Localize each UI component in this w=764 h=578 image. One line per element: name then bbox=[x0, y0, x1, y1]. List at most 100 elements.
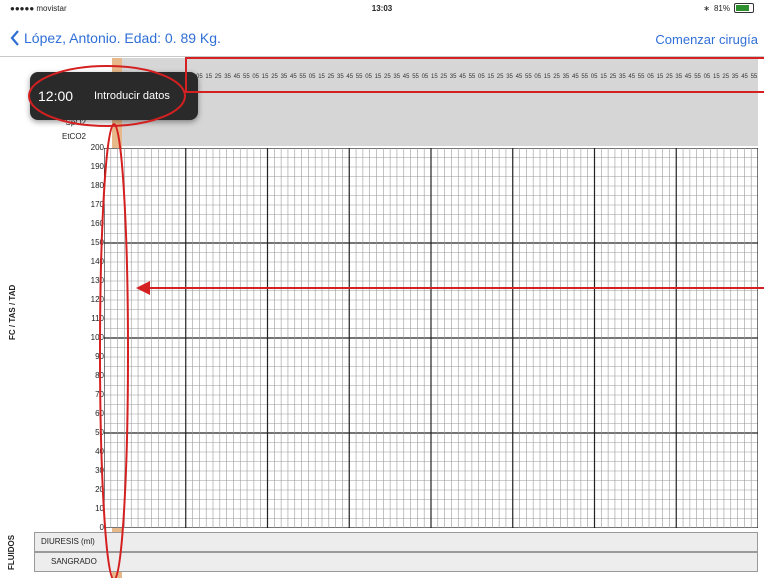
bluetooth-icon: ∗ bbox=[703, 3, 710, 13]
time-tick: 55 bbox=[525, 74, 532, 80]
y-tick: 160 bbox=[90, 219, 104, 228]
time-tick: 15 bbox=[487, 74, 495, 80]
time-tick: 45 bbox=[290, 74, 297, 80]
status-bar: ●●●●● movistar 13:03 ∗ 81% bbox=[0, 0, 764, 18]
time-tick: 05 bbox=[534, 74, 542, 80]
diuresis-label: DIURESIS (ml) bbox=[41, 537, 95, 546]
diuresis-row[interactable]: DIURESIS (ml) bbox=[34, 532, 758, 552]
time-tick: 05 bbox=[703, 74, 711, 80]
y-tick: 200 bbox=[90, 143, 104, 152]
y-tick: 100 bbox=[90, 333, 104, 342]
time-tick: 15 bbox=[713, 74, 720, 80]
time-tick: 25 bbox=[214, 74, 222, 80]
time-tick: 25 bbox=[496, 74, 504, 80]
y-tick: 0 bbox=[99, 523, 104, 532]
time-tick: 35 bbox=[393, 74, 401, 80]
time-tick: 05 bbox=[647, 74, 654, 80]
time-tick: 35 bbox=[562, 74, 570, 80]
y-tick: 30 bbox=[95, 466, 104, 475]
time-tick: 05 bbox=[252, 74, 260, 80]
time-tick: 35 bbox=[224, 74, 231, 80]
time-tick: 55 bbox=[355, 74, 363, 80]
etco2-row-label: EtCO2 bbox=[61, 132, 86, 141]
back-button[interactable]: López, Antonio. Edad: 0. 89 Kg. bbox=[10, 30, 221, 46]
time-tick: 55 bbox=[694, 74, 701, 80]
time-tick: 25 bbox=[553, 74, 560, 80]
time-popup: 12:00 Introducir datos bbox=[30, 72, 198, 120]
y-tick: 180 bbox=[90, 181, 104, 190]
time-tick: 15 bbox=[318, 74, 325, 80]
y-tick: 10 bbox=[95, 504, 104, 513]
time-ruler: 05 15 25 35 45 55 05 15 25 35 45 55 05 15 25 35 45 55 05 15… bbox=[196, 74, 758, 84]
time-tick: 45 bbox=[515, 74, 523, 80]
time-tick: 45 bbox=[572, 74, 579, 80]
time-tick: 25 bbox=[609, 74, 617, 80]
fluids-section-label: FLUIDOS bbox=[7, 534, 16, 570]
time-tick: 25 bbox=[327, 74, 335, 80]
start-surgery-button[interactable]: Comenzar cirugía bbox=[655, 32, 758, 47]
time-tick: 15 bbox=[431, 74, 438, 80]
time-tick: 15 bbox=[374, 74, 382, 80]
time-tick: 05 bbox=[365, 74, 372, 80]
time-tick: 05 bbox=[308, 74, 316, 80]
y-tick: 150 bbox=[90, 238, 104, 247]
time-tick: 35 bbox=[449, 74, 457, 80]
time-tick: 55 bbox=[581, 74, 589, 80]
time-tick: 25 bbox=[666, 74, 673, 80]
time-tick: 35 bbox=[280, 74, 288, 80]
time-tick: 25 bbox=[271, 74, 278, 80]
time-tick: 35 bbox=[675, 74, 683, 80]
chevron-left-icon bbox=[10, 30, 19, 46]
battery-percent: 81% bbox=[713, 3, 730, 13]
time-tick: 35 bbox=[337, 74, 344, 80]
vital-signs-grid[interactable] bbox=[103, 147, 759, 529]
clock: 13:03 bbox=[371, 4, 393, 13]
y-tick: 110 bbox=[91, 314, 104, 323]
battery-icon bbox=[734, 3, 754, 13]
time-tick: 15 bbox=[205, 74, 213, 80]
time-tick: 35 bbox=[506, 74, 513, 80]
sangrado-row[interactable]: SANGRADO bbox=[34, 552, 758, 572]
time-tick: 45 bbox=[402, 74, 410, 80]
y-tick: 70 bbox=[95, 390, 104, 399]
y-tick: 50 bbox=[95, 428, 104, 437]
chart-header-area bbox=[118, 58, 758, 146]
y-tick: 120 bbox=[90, 295, 104, 304]
time-tick: 25 bbox=[384, 74, 391, 80]
y-tick: 190 bbox=[90, 162, 104, 171]
time-tick: 55 bbox=[750, 74, 758, 80]
time-tick: 25 bbox=[722, 74, 730, 80]
time-tick: 45 bbox=[459, 74, 466, 80]
y-tick: 170 bbox=[90, 200, 104, 209]
time-tick: 45 bbox=[346, 74, 354, 80]
time-tick: 45 bbox=[684, 74, 692, 80]
time-tick: 35 bbox=[619, 74, 626, 80]
time-tick: 05 bbox=[590, 74, 598, 80]
popup-time: 12:00 bbox=[38, 88, 74, 104]
time-tick: 05 bbox=[421, 74, 429, 80]
time-tick: 15 bbox=[600, 74, 607, 80]
time-tick: 45 bbox=[628, 74, 636, 80]
y-tick: 20 bbox=[95, 485, 104, 494]
navigation-bar: López, Antonio. Edad: 0. 89 Kg. Comenzar… bbox=[0, 22, 764, 57]
enter-data-button[interactable]: Introducir datos bbox=[94, 90, 170, 102]
sangrado-label: SANGRADO bbox=[51, 557, 97, 566]
y-tick: 60 bbox=[95, 409, 104, 418]
time-tick: 55 bbox=[412, 74, 419, 80]
time-tick: 25 bbox=[440, 74, 448, 80]
time-tick: 45 bbox=[741, 74, 748, 80]
time-tick: 55 bbox=[243, 74, 250, 80]
grid-lines bbox=[103, 147, 759, 529]
time-tick: 15 bbox=[543, 74, 551, 80]
time-tick: 55 bbox=[468, 74, 476, 80]
y-tick: 130 bbox=[90, 276, 104, 285]
time-tick: 55 bbox=[299, 74, 307, 80]
time-tick: 55 bbox=[637, 74, 645, 80]
time-tick: 45 bbox=[233, 74, 241, 80]
time-tick: 15 bbox=[261, 74, 269, 80]
patient-title: López, Antonio. Edad: 0. 89 Kg. bbox=[24, 30, 221, 46]
time-tick: 05 bbox=[478, 74, 485, 80]
y-tick: 80 bbox=[95, 371, 104, 380]
y-tick: 140 bbox=[90, 257, 104, 266]
time-tick: 15 bbox=[656, 74, 664, 80]
